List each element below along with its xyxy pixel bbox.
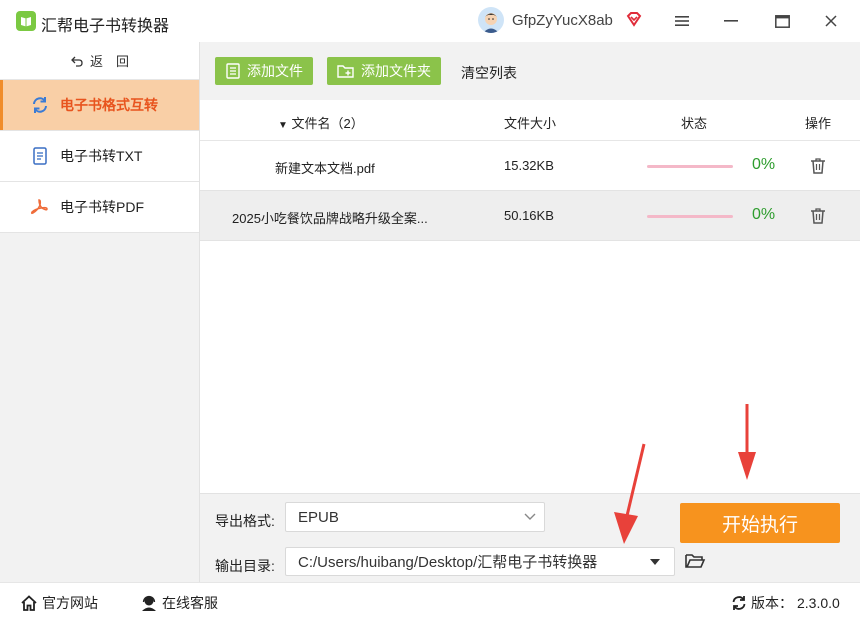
sidebar-item-label: 电子书转TXT	[60, 148, 143, 164]
refresh-icon	[30, 95, 50, 115]
file-name: 新建文本文档.pdf	[275, 161, 375, 176]
progress-bar	[647, 165, 733, 168]
format-value: EPUB	[298, 508, 339, 526]
support-agent-icon	[142, 595, 156, 611]
title-bar: 汇帮电子书转换器 GfpZyYucX8ab	[0, 0, 860, 42]
folder-open-icon[interactable]	[684, 551, 706, 571]
file-size: 50.16KB	[504, 208, 554, 223]
online-support-label: 在线客服	[162, 595, 218, 611]
sidebar-item-format-convert[interactable]: 电子书格式互转	[0, 80, 199, 131]
annotation-arrow-icon	[738, 404, 756, 480]
table-row[interactable]: 新建文本文档.pdf 15.32KB 0%	[200, 141, 860, 191]
add-file-icon	[226, 63, 240, 79]
document-icon	[30, 146, 50, 166]
column-header-size: 文件大小	[504, 116, 557, 131]
vip-diamond-icon[interactable]	[625, 10, 643, 28]
add-folder-icon	[337, 65, 354, 78]
username[interactable]: GfpZyYucX8ab	[512, 12, 613, 29]
close-icon[interactable]	[821, 11, 841, 31]
sidebar: 返 回 电子书格式互转 电子书转TXT 电子书转PDF	[0, 42, 200, 582]
add-folder-label: 添加文件夹	[361, 63, 431, 79]
sidebar-item-label: 电子书格式互转	[60, 97, 158, 113]
back-label: 返 回	[89, 54, 129, 69]
file-size: 15.32KB	[504, 158, 554, 173]
format-label: 导出格式:	[215, 513, 275, 529]
file-table-header: ▼ 文件名（2） 文件大小 状态 操作	[200, 100, 860, 141]
clear-list-button[interactable]: 清空列表	[461, 63, 517, 83]
output-settings-panel: 导出格式: EPUB 输出目录: C:/Users/huibang/Deskto…	[200, 493, 860, 582]
start-button[interactable]: 开始执行	[680, 503, 840, 543]
sidebar-item-to-pdf[interactable]: 电子书转PDF	[0, 182, 199, 233]
add-folder-button[interactable]: 添加文件夹	[327, 57, 441, 85]
output-dir-select[interactable]: C:/Users/huibang/Desktop/汇帮电子书转换器	[285, 547, 675, 576]
menu-icon[interactable]	[672, 11, 692, 31]
online-support-link[interactable]: 在线客服	[140, 593, 218, 613]
version-info[interactable]: 版本： 2.3.0.0	[731, 593, 840, 613]
delete-icon[interactable]	[810, 157, 826, 175]
annotation-arrow-icon	[614, 443, 646, 544]
home-icon	[21, 595, 37, 611]
official-website-label: 官方网站	[42, 595, 98, 611]
sort-down-icon: ▼	[278, 120, 288, 131]
progress-bar	[647, 215, 733, 218]
app-logo-icon	[16, 11, 36, 31]
dropdown-triangle-icon	[650, 559, 660, 565]
progress-percent: 0%	[752, 206, 776, 223]
output-dir-value: C:/Users/huibang/Desktop/汇帮电子书转换器	[298, 554, 598, 571]
progress-percent: 0%	[752, 156, 776, 173]
chevron-down-icon	[524, 513, 536, 520]
column-header-status: 状态	[681, 116, 708, 131]
sidebar-item-to-txt[interactable]: 电子书转TXT	[0, 131, 199, 182]
format-select[interactable]: EPUB	[285, 502, 545, 532]
add-file-button[interactable]: 添加文件	[215, 57, 313, 85]
maximize-icon[interactable]	[772, 11, 792, 31]
minimize-icon[interactable]	[721, 11, 741, 31]
version-number: 2.3.0.0	[797, 595, 840, 611]
status-bar: 官方网站 在线客服 版本： 2.3.0.0	[0, 582, 860, 617]
toolbar: 添加文件 添加文件夹 清空列表	[200, 42, 860, 100]
column-header-action: 操作	[805, 116, 832, 131]
version-label: 版本：	[751, 595, 793, 611]
column-header-name[interactable]: ▼ 文件名（2）	[278, 113, 364, 132]
back-arrow-icon	[71, 56, 83, 67]
back-button[interactable]: 返 回	[0, 42, 199, 80]
table-row[interactable]: 2025小吃餐饮品牌战略升级全案... 50.16KB 0%	[200, 191, 860, 241]
sidebar-item-label: 电子书转PDF	[60, 199, 144, 215]
avatar[interactable]	[478, 7, 504, 33]
output-dir-label: 输出目录:	[215, 558, 275, 574]
pdf-icon	[30, 197, 50, 217]
official-website-link[interactable]: 官方网站	[20, 593, 98, 613]
file-name: 2025小吃餐饮品牌战略升级全案...	[232, 211, 428, 226]
refresh-icon	[732, 596, 746, 610]
delete-icon[interactable]	[810, 207, 826, 225]
add-file-label: 添加文件	[247, 63, 303, 79]
app-title: 汇帮电子书转换器	[41, 18, 170, 35]
